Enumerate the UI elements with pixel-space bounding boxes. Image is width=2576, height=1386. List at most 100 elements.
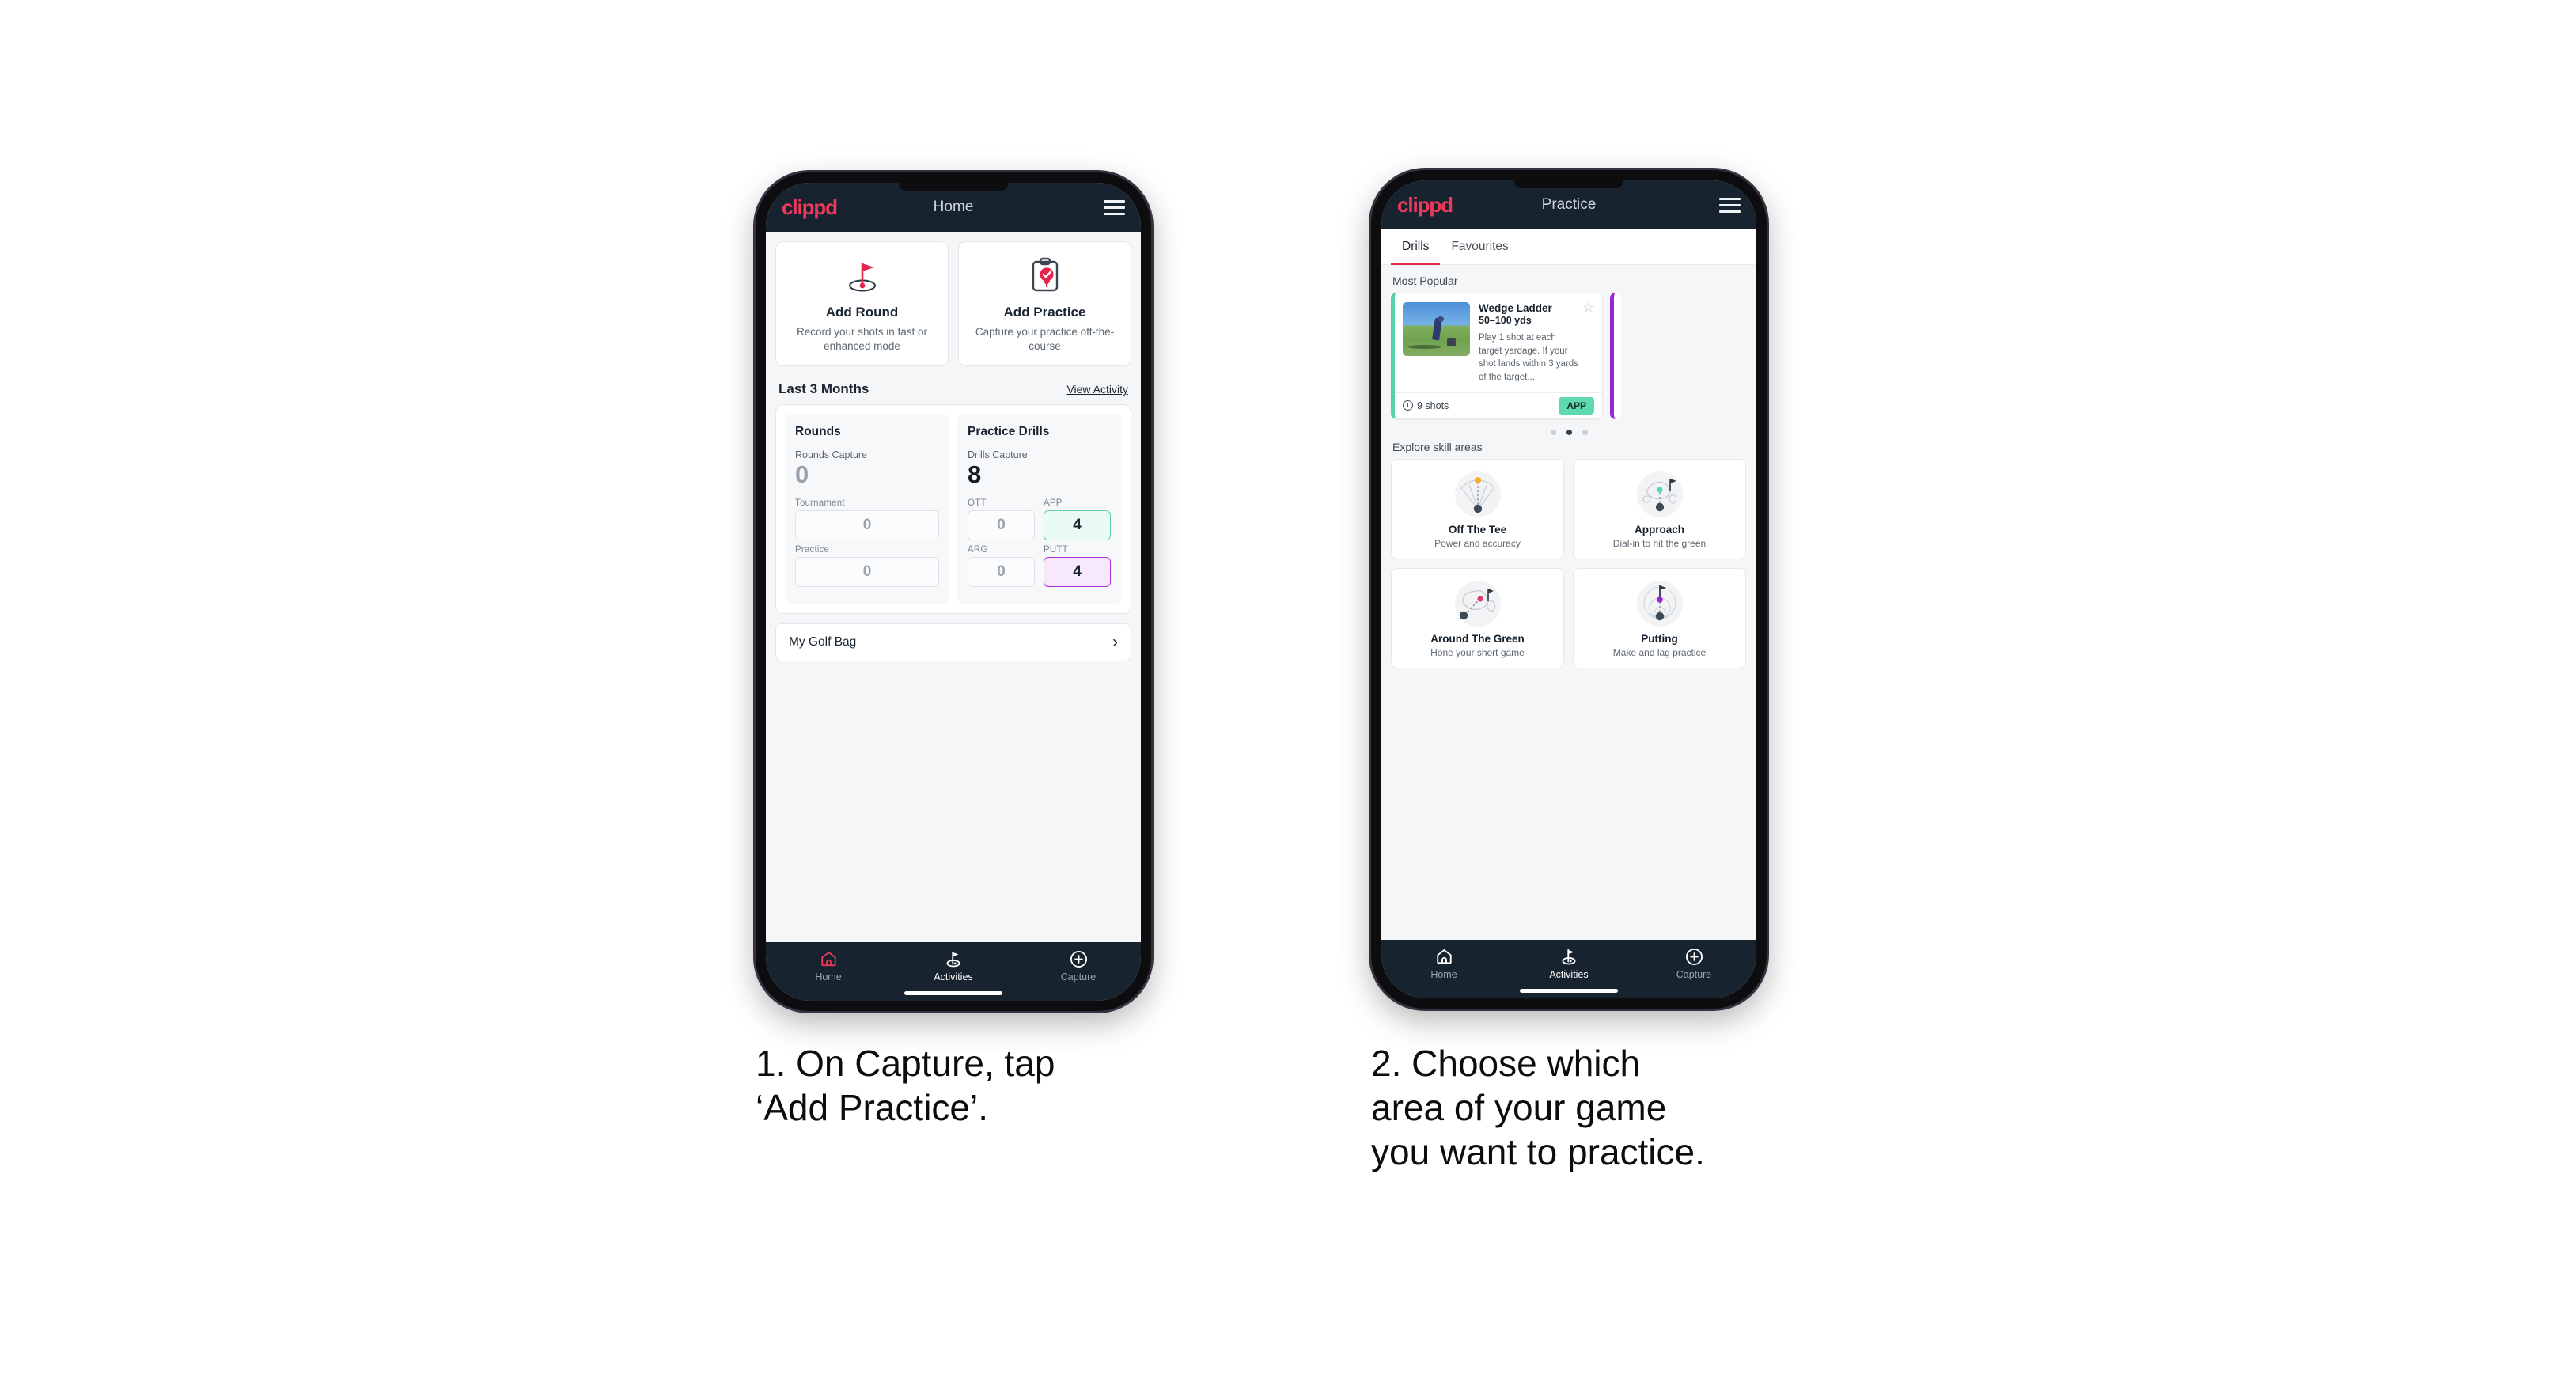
plus-circle-icon [1070, 949, 1088, 968]
home-icon [1435, 947, 1453, 966]
rounds-tournament-stat[interactable]: Tournament 0 [795, 498, 939, 540]
drill-carousel[interactable]: Wedge Ladder 50–100 yds Play 1 shot at e… [1391, 293, 1747, 419]
clock-icon [1403, 400, 1413, 411]
phone-mockup-home: clippd Home Add Round Record your shots … [756, 172, 1151, 1011]
phone2-screen: clippd Practice Drills Favourites Most P… [1381, 180, 1756, 998]
view-activity-link[interactable]: View Activity [1066, 383, 1128, 396]
skill-title: Off The Tee [1448, 523, 1507, 536]
drills-capture-value: 8 [968, 460, 982, 489]
drill-card-next-peek[interactable] [1610, 293, 1621, 419]
nav-item-capture[interactable]: Capture [1631, 947, 1756, 980]
nav-label-home: Home [815, 971, 842, 983]
add-round-subtitle: Record your shots in fast or enhanced mo… [796, 326, 928, 353]
rounds-practice-label: Practice [795, 544, 830, 555]
clippd-logo[interactable]: clippd [782, 197, 838, 218]
rounds-practice-stat[interactable]: Practice 0 [795, 545, 939, 587]
drills-app-stat[interactable]: APP 4 [1044, 498, 1111, 540]
add-round-card[interactable]: Add Round Record your shots in fast or e… [775, 241, 949, 367]
drill-shots: 9 shots [1403, 400, 1449, 411]
drills-arg-value: 0 [968, 556, 1035, 587]
skill-title: Putting [1641, 632, 1678, 645]
home-indicator [904, 991, 1002, 995]
nav-label-capture: Capture [1676, 969, 1712, 980]
nav-item-home[interactable]: Home [1381, 947, 1506, 980]
my-golf-bag-row[interactable]: My Golf Bag › [775, 623, 1131, 661]
golf-flag-hole-icon [782, 256, 941, 297]
drills-putt-value: 4 [1044, 556, 1111, 587]
add-round-title: Add Round [825, 305, 899, 320]
drills-stat-column: Practice Drills Drills Capture 8 OTT 0 A… [957, 414, 1122, 604]
nav-item-home[interactable]: Home [766, 949, 891, 983]
phone2-content: Most Popular Wedge Ladder 50–100 yds Pla… [1381, 265, 1756, 940]
nav-item-activities[interactable]: Activities [1506, 947, 1631, 980]
nav-label-home: Home [1430, 969, 1457, 980]
last-3-months-header: Last 3 Months View Activity [778, 381, 1128, 397]
my-golf-bag-label: My Golf Bag [789, 634, 857, 649]
add-practice-card[interactable]: Add Practice Capture your practice off-t… [958, 241, 1131, 367]
phone1-content: Add Round Record your shots in fast or e… [766, 232, 1141, 942]
skill-card-approach[interactable]: Approach Dial-in to hit the green [1573, 458, 1746, 559]
phone2-bottom-nav: Home Activities Capture [1381, 940, 1756, 998]
drills-ott-stat[interactable]: OTT 0 [968, 498, 1035, 540]
clipboard-check-tee-icon [965, 256, 1124, 297]
drills-ott-label: OTT [968, 498, 987, 508]
drills-arg-label: ARG [968, 544, 988, 555]
tee-shot-dispersion-icon [1396, 468, 1559, 521]
nav-label-activities: Activities [934, 971, 973, 983]
drill-name: Wedge Ladder [1479, 302, 1552, 314]
drills-ott-value: 0 [968, 509, 1035, 540]
phone1-bottom-nav: Home Activities Capture [766, 942, 1141, 1001]
drills-app-label: APP [1044, 498, 1063, 508]
stats-card: Rounds Rounds Capture 0 Tournament 0 Pra… [775, 404, 1131, 614]
caption-step-2: 2. Choose which area of your game you wa… [1371, 1043, 1705, 1173]
nav-item-capture[interactable]: Capture [1016, 949, 1141, 983]
skill-card-off-the-tee[interactable]: Off The Tee Power and accuracy [1391, 458, 1564, 559]
skill-card-putting[interactable]: Putting Make and lag practice [1573, 567, 1746, 668]
skill-subtitle: Make and lag practice [1612, 646, 1707, 658]
nav-item-activities[interactable]: Activities [891, 949, 1016, 983]
golf-flag-icon [1559, 947, 1579, 966]
phone1-screen: clippd Home Add Round Record your shots … [766, 183, 1141, 1001]
phone-mockup-practice: clippd Practice Drills Favourites Most P… [1371, 170, 1767, 1009]
explore-skill-areas-label: Explore skill areas [1392, 440, 1483, 453]
skill-card-around-the-green[interactable]: Around The Green Hone your short game [1391, 567, 1564, 668]
rounds-practice-value: 0 [795, 556, 939, 587]
home-indicator [1520, 989, 1618, 993]
tab-favourites[interactable]: Favourites [1440, 229, 1519, 264]
carousel-dots[interactable] [1391, 429, 1747, 435]
status-badge: APP [1559, 396, 1594, 415]
rounds-stat-column: Rounds Rounds Capture 0 Tournament 0 Pra… [785, 414, 949, 604]
section-title: Last 3 Months [778, 381, 869, 397]
star-outline-icon[interactable]: ☆ [1583, 302, 1594, 315]
phone2-notch [1514, 180, 1623, 188]
drills-capture-label: Drills Capture [968, 449, 1028, 461]
rounds-tournament-value: 0 [795, 509, 939, 540]
rounds-title: Rounds [795, 425, 841, 439]
drills-app-value: 4 [1044, 509, 1111, 540]
skill-subtitle: Hone your short game [1430, 646, 1525, 658]
carousel-dot[interactable] [1550, 429, 1556, 435]
carousel-dot-active[interactable] [1566, 429, 1572, 435]
home-icon [820, 949, 838, 968]
approach-green-icon [1578, 468, 1741, 521]
carousel-dot[interactable] [1582, 429, 1588, 435]
drills-putt-stat[interactable]: PUTT 4 [1044, 545, 1111, 587]
rounds-capture-label: Rounds Capture [795, 449, 868, 461]
hamburger-icon[interactable] [1104, 199, 1125, 215]
golf-flag-icon [943, 949, 964, 968]
clippd-logo[interactable]: clippd [1397, 195, 1453, 215]
drill-description: Play 1 shot at each target yardage. If y… [1479, 333, 1578, 383]
tab-drills[interactable]: Drills [1391, 229, 1441, 265]
drills-mini-grid: OTT 0 APP 4 ARG 0 PUTT 4 [968, 498, 1112, 592]
drill-card-meta: Wedge Ladder 50–100 yds Play 1 shot at e… [1479, 302, 1594, 384]
drills-title: Practice Drills [968, 425, 1050, 439]
caption-step-1: 1. On Capture, tap ‘Add Practice’. [756, 1043, 1055, 1129]
drill-card-top: Wedge Ladder 50–100 yds Play 1 shot at e… [1395, 293, 1602, 392]
drills-putt-label: PUTT [1044, 544, 1068, 555]
drills-arg-stat[interactable]: ARG 0 [968, 545, 1035, 587]
hamburger-icon[interactable] [1719, 197, 1741, 213]
drill-shots-label: 9 shots [1417, 400, 1449, 411]
rounds-tournament-label: Tournament [795, 498, 845, 508]
add-practice-title: Add Practice [1003, 305, 1086, 320]
drill-card-wedge-ladder[interactable]: Wedge Ladder 50–100 yds Play 1 shot at e… [1391, 293, 1603, 419]
